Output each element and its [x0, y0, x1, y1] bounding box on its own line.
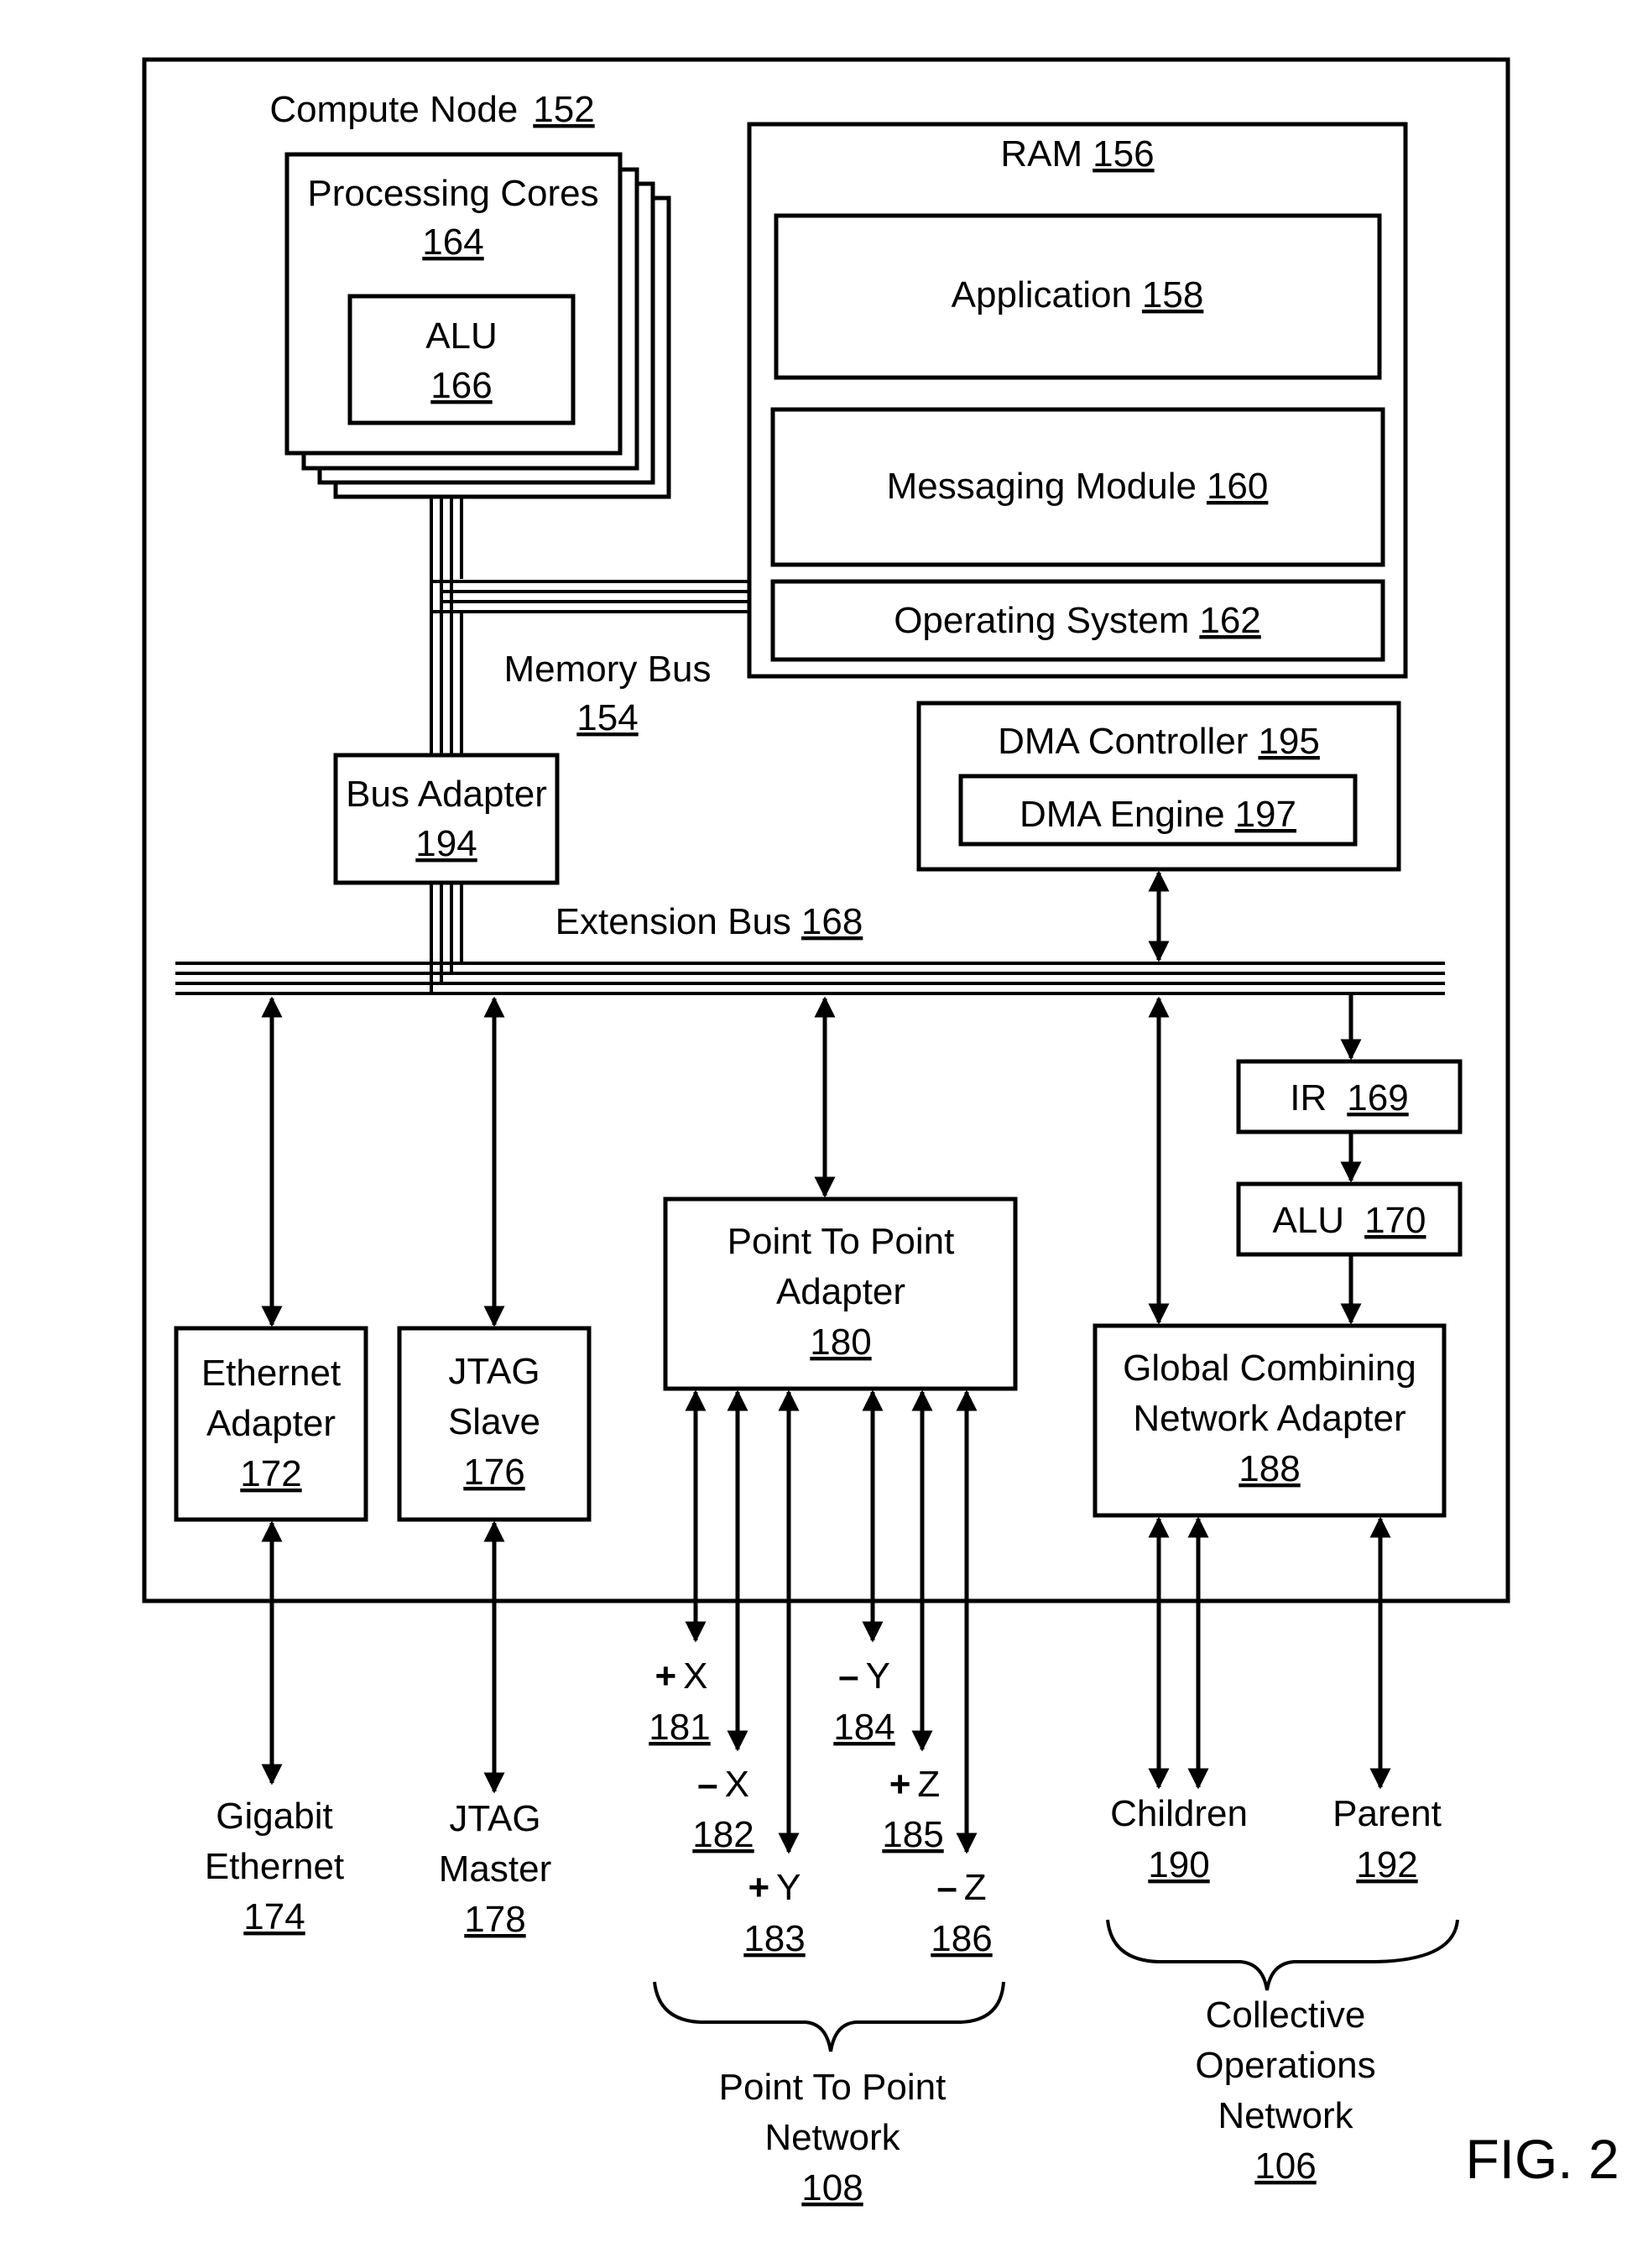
collective-network-line2: Operations — [1195, 2045, 1375, 2086]
core-alu-label: ALU — [425, 315, 498, 357]
memory-bus-ref: 154 — [576, 697, 638, 738]
collective-network-brace — [1106, 1919, 1459, 1991]
gigabit-ethernet-line2: Ethernet — [205, 1846, 344, 1887]
link-minus-y: – Y 184 — [833, 1655, 894, 1748]
svg-text:+Z: + Z — [889, 1764, 941, 1805]
gigabit-ethernet-ref: 174 — [243, 1896, 305, 1937]
gcna-line1: Global Combining — [1123, 1348, 1416, 1389]
ir-label: IR 169 — [1290, 1077, 1408, 1118]
compute-node-diagram: Compute Node 152 Processing Cores 164 ALU… — [142, 57, 1619, 2208]
p2p-network-ref: 108 — [801, 2167, 863, 2208]
jtag-master-line1: JTAG — [449, 1798, 540, 1839]
dma-controller-label: DMA Controller 195 — [998, 721, 1320, 762]
svg-text:–Y: – Y — [838, 1655, 890, 1697]
link-plus-y: + Y 183 — [743, 1867, 805, 1959]
link-plus-z: + Z 185 — [882, 1764, 943, 1855]
svg-text:186: 186 — [931, 1918, 992, 1959]
jtag-slave-line2: Slave — [448, 1401, 540, 1442]
jtag-master-line2: Master — [439, 1848, 551, 1890]
svg-text:+Y: + Y — [748, 1867, 801, 1908]
processing-cores-label: Processing Cores — [307, 173, 598, 214]
ethernet-adapter-line2: Adapter — [206, 1403, 336, 1444]
bus-adapter-label: Bus Adapter — [346, 774, 547, 815]
ethernet-adapter-ref: 172 — [240, 1453, 301, 1494]
bus-adapter-ref: 194 — [415, 823, 477, 864]
core-alu-ref: 166 — [430, 365, 492, 406]
application-label: Application 158 — [952, 274, 1204, 315]
dma-engine-label: DMA Engine 197 — [1020, 794, 1296, 835]
p2p-network-line2: Network — [764, 2117, 900, 2158]
svg-text:185: 185 — [882, 1814, 943, 1855]
gigabit-ethernet-line1: Gigabit — [216, 1796, 332, 1837]
collective-network-line1: Collective — [1206, 1994, 1366, 2036]
compute-node-label: Compute Node 152 — [269, 89, 594, 130]
link-minus-z: – Z 186 — [931, 1867, 992, 1959]
p2p-adapter-ref: 180 — [810, 1322, 871, 1363]
svg-text:184: 184 — [833, 1707, 894, 1748]
ram-label: RAM 156 — [1000, 133, 1154, 175]
link-plus-x: + X 181 — [649, 1655, 710, 1748]
jtag-master-ref: 178 — [464, 1899, 525, 1940]
svg-text:183: 183 — [743, 1918, 805, 1959]
jtag-slave-line1: JTAG — [448, 1351, 540, 1392]
children-label: Children — [1110, 1793, 1248, 1834]
memory-bus-label: Memory Bus — [504, 649, 712, 690]
ethernet-adapter-line1: Ethernet — [201, 1353, 341, 1394]
collective-network-ref: 106 — [1254, 2145, 1316, 2187]
p2p-network-brace — [653, 1981, 1005, 2052]
gcna-ref: 188 — [1239, 1448, 1300, 1489]
svg-text:182: 182 — [692, 1814, 754, 1855]
parent-ref: 192 — [1356, 1844, 1417, 1885]
children-ref: 190 — [1148, 1844, 1209, 1885]
processing-cores-ref: 164 — [422, 222, 483, 263]
p2p-adapter-line2: Adapter — [776, 1271, 905, 1312]
p2p-network-line1: Point To Point — [719, 2067, 947, 2108]
link-minus-x: – X 182 — [692, 1764, 754, 1855]
operating-system-label: Operating System 162 — [894, 600, 1261, 641]
jtag-slave-ref: 176 — [463, 1452, 524, 1493]
svg-text:+X: + X — [655, 1655, 707, 1697]
svg-text:–X: – X — [697, 1764, 749, 1805]
p2p-adapter-line1: Point To Point — [728, 1221, 955, 1262]
figure-label: FIG. 2 — [1465, 2128, 1619, 2190]
svg-text:181: 181 — [649, 1707, 710, 1748]
svg-text:–Z: – Z — [936, 1867, 986, 1908]
gcna-line2: Network Adapter — [1133, 1398, 1405, 1439]
extension-bus-label: Extension Bus 168 — [555, 901, 863, 942]
parent-label: Parent — [1332, 1793, 1442, 1834]
collective-network-line3: Network — [1218, 2095, 1353, 2136]
messaging-module-label: Messaging Module 160 — [887, 466, 1269, 507]
